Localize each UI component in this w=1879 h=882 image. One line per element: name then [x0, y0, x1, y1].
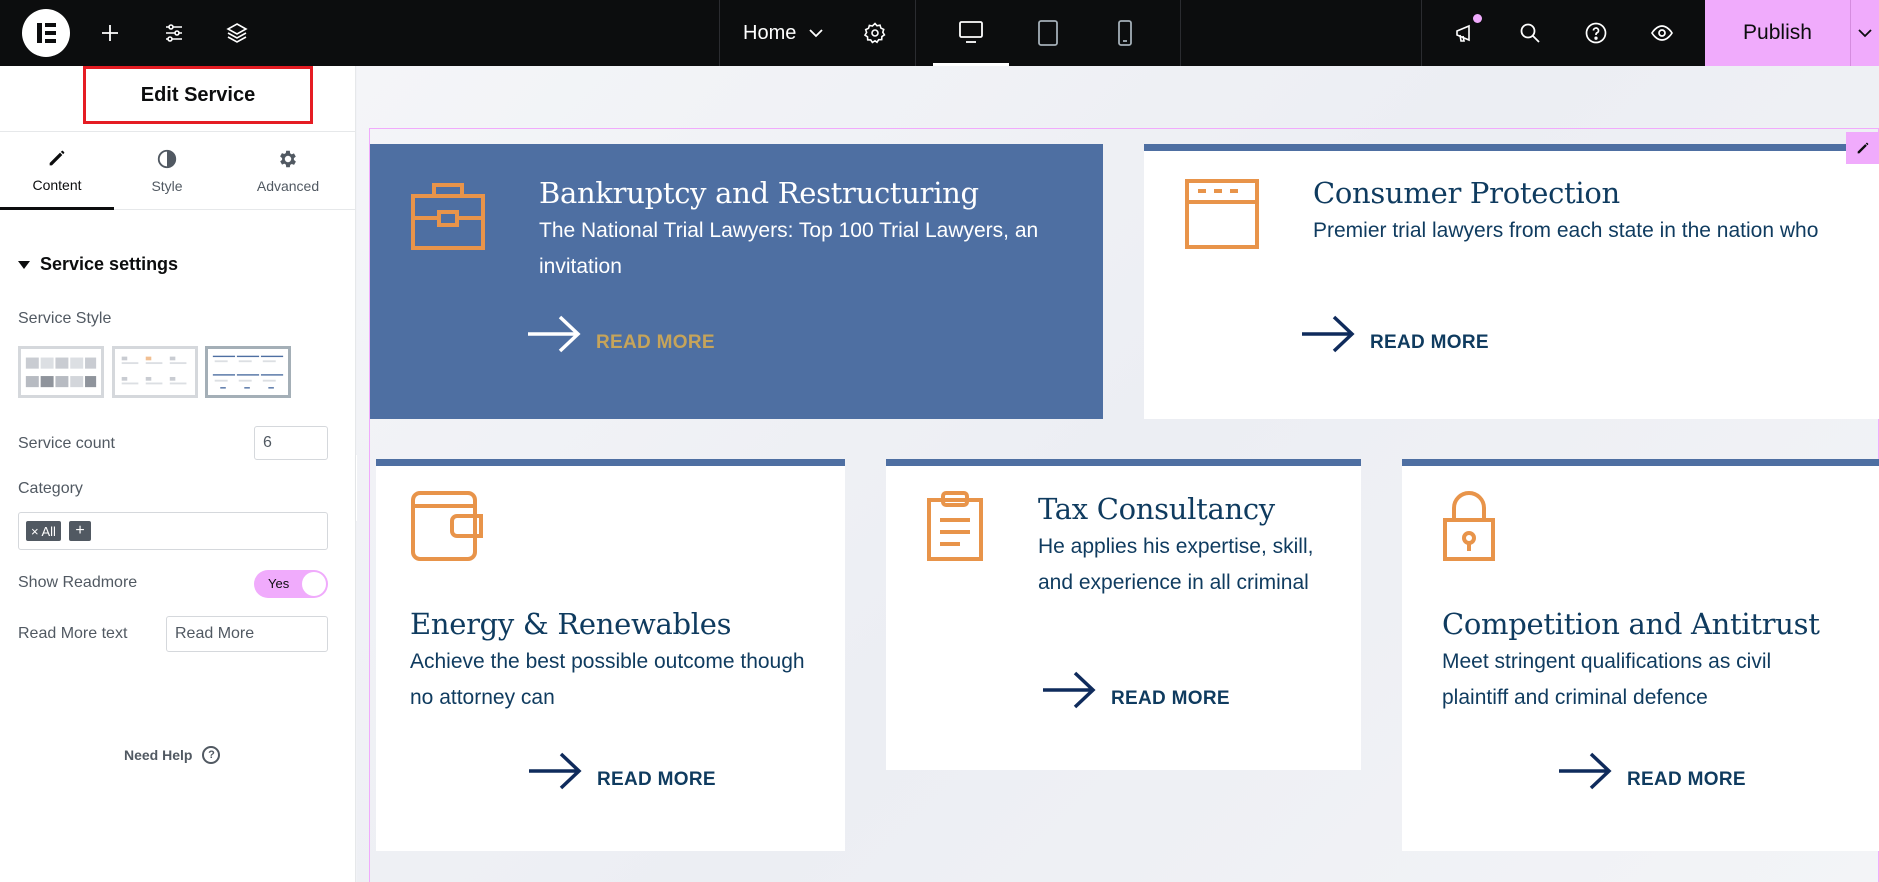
read-more-link[interactable]: READ MORE: [1557, 751, 1746, 791]
divider: [719, 0, 720, 66]
preview-canvas: Bankruptcy and Restructuring The Nationa…: [357, 66, 1879, 882]
category-tag-all[interactable]: × All: [26, 521, 61, 541]
edit-widget-button[interactable]: [1846, 132, 1879, 164]
clipboard-icon: [927, 491, 983, 561]
service-style-option-3[interactable]: [205, 346, 291, 398]
elementor-logo-icon[interactable]: [22, 9, 70, 57]
section-title: Service settings: [40, 254, 179, 274]
wallet-icon: [411, 491, 483, 561]
read-more-link[interactable]: READ MORE: [1300, 314, 1489, 354]
show-readmore-label: Show Readmore: [18, 574, 138, 591]
read-more-label: READ MORE: [596, 332, 715, 353]
arrow-right-icon: [1302, 315, 1355, 353]
divider: [915, 0, 916, 66]
page-name: Home: [743, 21, 797, 44]
service-card[interactable]: Energy & Renewables Achieve the best pos…: [376, 459, 845, 851]
card-description: Achieve the best possible outcome though…: [410, 650, 805, 709]
need-help-link[interactable]: Need Help ?: [124, 746, 221, 764]
card-title: Energy & Renewables: [410, 607, 732, 641]
toggle-knob: [302, 572, 326, 596]
tab-style[interactable]: Style: [114, 132, 220, 210]
page-selector[interactable]: Home: [743, 20, 824, 46]
read-more-text-input[interactable]: Read More: [166, 616, 328, 652]
service-count-label: Service count: [18, 435, 115, 452]
card-description: The National Trial Lawyers: Top 100 Tria…: [539, 219, 1039, 278]
briefcase-icon: [411, 183, 485, 250]
service-card[interactable]: Consumer Protection Premier trial lawyer…: [1144, 144, 1879, 419]
card-title: Tax Consultancy: [1038, 492, 1275, 526]
gear-icon: [280, 150, 296, 168]
card-title: Competition and Antitrust: [1442, 607, 1820, 641]
caret-down-icon: [18, 260, 30, 269]
pencil-icon: [1857, 142, 1868, 154]
search-icon[interactable]: [1514, 17, 1546, 49]
read-more-link[interactable]: READ MORE: [1041, 670, 1230, 710]
add-icon[interactable]: [94, 17, 126, 49]
read-more-label: READ MORE: [597, 769, 716, 790]
card-description: Premier trial lawyers from each state in…: [1313, 219, 1819, 242]
section-toggle-service-settings[interactable]: Service settings: [18, 254, 178, 275]
card-description: He applies his expertise, skill, and exp…: [1038, 535, 1314, 594]
arrow-right-icon: [1559, 752, 1612, 790]
tab-style-label: Style: [151, 178, 183, 194]
preview-icon[interactable]: [1646, 17, 1678, 49]
read-more-label: READ MORE: [1627, 769, 1746, 790]
page-settings-icon[interactable]: [859, 17, 891, 49]
arrow-right-icon: [528, 315, 581, 353]
category-label: Category: [18, 480, 83, 497]
mobile-icon[interactable]: [1087, 0, 1163, 66]
card-description: Meet stringent qualifications as civil p…: [1442, 650, 1772, 709]
publish-button[interactable]: Publish: [1705, 0, 1850, 66]
arrow-right-icon: [1043, 671, 1096, 709]
read-more-link[interactable]: READ MORE: [526, 314, 715, 354]
show-readmore-toggle[interactable]: Yes: [254, 570, 328, 598]
publish-options-button[interactable]: [1850, 0, 1879, 66]
read-more-text-label: Read More text: [18, 625, 128, 642]
read-more-label: READ MORE: [1370, 332, 1489, 353]
site-settings-icon[interactable]: [158, 17, 190, 49]
tab-advanced-label: Advanced: [256, 178, 320, 194]
divider: [1421, 0, 1422, 66]
top-bar-left: [0, 0, 70, 66]
chevron-down-icon: [1858, 28, 1872, 37]
need-help-label: Need Help: [124, 747, 193, 763]
card-title: Consumer Protection: [1313, 176, 1620, 210]
service-count-input[interactable]: 6: [254, 426, 328, 460]
tab-content[interactable]: Content: [0, 132, 114, 210]
panel-title: Edit Service: [83, 66, 313, 124]
service-card[interactable]: Bankruptcy and Restructuring The Nationa…: [370, 144, 1103, 419]
panel-header: Edit Service: [0, 66, 356, 132]
service-card[interactable]: Tax Consultancy He applies his expertise…: [886, 459, 1361, 770]
category-select[interactable]: × All +: [18, 512, 328, 550]
chevron-down-icon: [809, 29, 823, 38]
read-more-link[interactable]: READ MORE: [527, 751, 716, 791]
category-add-button[interactable]: +: [69, 521, 91, 541]
structure-icon[interactable]: [221, 17, 253, 49]
notification-dot: [1473, 14, 1482, 23]
desktop-icon[interactable]: [933, 0, 1009, 66]
tablet-icon[interactable]: [1010, 0, 1086, 66]
service-card[interactable]: Competition and Antitrust Meet stringent…: [1402, 459, 1879, 851]
service-style-option-1[interactable]: [18, 346, 104, 398]
tab-advanced[interactable]: Advanced: [230, 132, 346, 210]
service-style-label: Service Style: [18, 310, 112, 327]
read-more-label: READ MORE: [1111, 688, 1230, 709]
publish-label: Publish: [1743, 21, 1812, 44]
service-style-option-2[interactable]: [112, 346, 198, 398]
card-title: Bankruptcy and Restructuring: [539, 176, 979, 210]
tab-content-label: Content: [32, 176, 82, 193]
half-circle-icon: [157, 149, 177, 169]
toggle-label: Yes: [268, 576, 290, 591]
editor-panel: Edit Service Content Style Advanced Serv…: [0, 66, 356, 882]
divider: [1180, 0, 1181, 66]
padlock-icon: [1443, 491, 1495, 561]
help-circle-icon: ?: [202, 746, 221, 764]
pencil-icon: [49, 150, 65, 165]
browser-window-icon: [1185, 179, 1259, 249]
help-icon[interactable]: [1580, 17, 1612, 49]
panel-tabs: Content Style Advanced: [0, 132, 356, 210]
arrow-right-icon: [529, 752, 582, 790]
top-bar: Home Publish: [0, 0, 1879, 66]
